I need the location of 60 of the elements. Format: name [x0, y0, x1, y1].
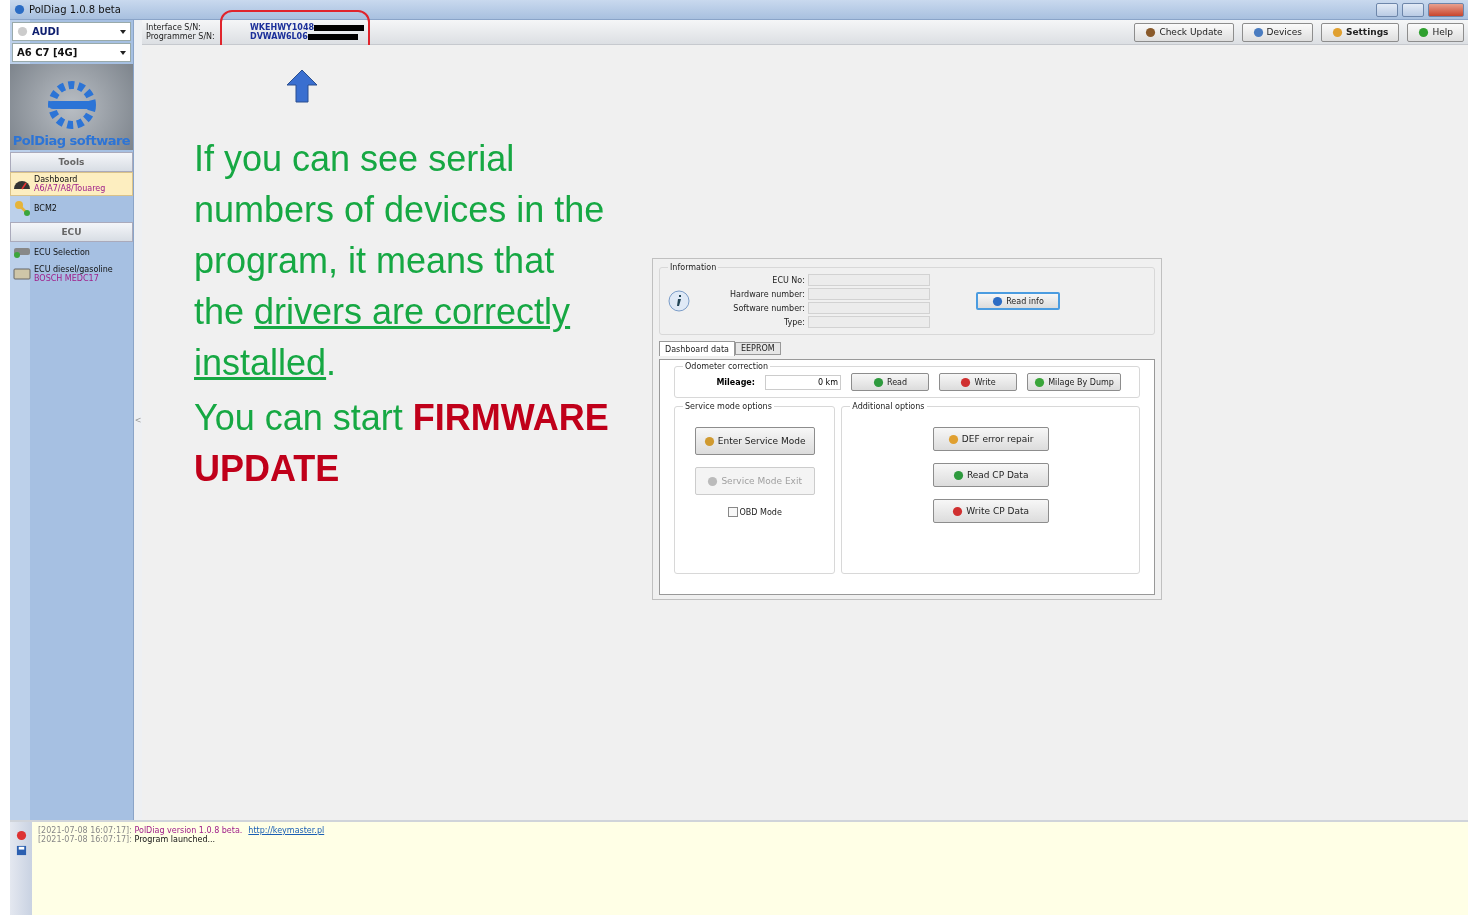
serial-number: WKEHWY1048 [250, 23, 315, 32]
field-label: Software number: [732, 303, 805, 313]
info-field[interactable] [807, 288, 930, 300]
read-info-button[interactable]: Read info [975, 292, 1060, 310]
sidebar-item[interactable]: ECU diesel/gasoline BOSCH MEDC17 [10, 262, 133, 286]
section-header[interactable]: ECU [10, 222, 133, 242]
toolbar-button[interactable]: Devices [1241, 22, 1313, 42]
up-arrow [286, 69, 318, 103]
caret-icon [120, 29, 126, 34]
maximize-button[interactable] [1402, 2, 1424, 17]
field-label: Type: [782, 317, 805, 327]
group-title: Odometer correction [684, 362, 770, 371]
mileage-label: Mileage: [715, 377, 755, 387]
log-line: [2021-07-08 16:07:17]: Program launched... [38, 835, 217, 844]
logo: PolDiag software [10, 64, 133, 150]
model-dropdown[interactable]: A6 C7 [4G] [12, 43, 131, 62]
sidebar-item[interactable]: Dashboard A6/A7/A8/Touareg [10, 172, 133, 196]
serial-label: Programmer S/N: [146, 32, 216, 41]
serial-number: DVWAW6L06 [250, 32, 308, 41]
make-dropdown[interactable]: AUDI [12, 22, 131, 41]
annotation-text: If you can see serial numbers of devices in the program, it means that the drivers are correctly installed. [194, 137, 606, 385]
log-link[interactable]: http://keymaster.pl [248, 826, 325, 835]
info-field[interactable] [807, 274, 930, 286]
annotation-text: You can start FIRMWARE UPDATE [194, 396, 610, 491]
tab[interactable]: Dashboard data [659, 341, 735, 356]
caret-icon [120, 50, 126, 55]
info-field[interactable] [807, 302, 930, 314]
sidebar-item[interactable]: ECU Selection [10, 242, 133, 262]
group-title: Information [669, 263, 718, 272]
group-title: Service mode options [684, 402, 773, 411]
serial-label: Interface S/N: [146, 23, 202, 32]
close-button[interactable] [1428, 2, 1464, 17]
checkbox[interactable] [727, 507, 738, 517]
service-button[interactable]: Enter Service Mode [694, 427, 815, 455]
field-label: Hardware number: [730, 289, 805, 299]
toolbar-button[interactable]: Help [1407, 22, 1464, 42]
minimize-button[interactable] [1376, 2, 1398, 17]
log-line: [2021-07-08 16:07:17]: PolDiag version 1.0.8 beta. http://keymaster.pl [38, 826, 325, 835]
option-button[interactable]: Read CP Data [932, 463, 1049, 487]
module-icon [13, 267, 31, 281]
redaction-bar [314, 24, 365, 31]
info-field[interactable] [807, 316, 930, 328]
toolbar-button[interactable]: Settings [1321, 22, 1400, 42]
tab[interactable]: EEPROM [734, 342, 781, 355]
option-button[interactable]: Write CP Data [932, 499, 1049, 523]
option-button[interactable]: DEF error repair [932, 427, 1049, 451]
field-label: ECU No: [771, 275, 805, 285]
action-button[interactable]: Read [851, 373, 929, 391]
action-button[interactable]: Milage By Dump [1027, 373, 1121, 391]
action-button[interactable]: Write [939, 373, 1017, 391]
group-title: Additional options [851, 402, 926, 411]
save-icon [15, 845, 27, 856]
section-header[interactable]: Tools [10, 152, 133, 172]
mileage-field[interactable]: 0 km [765, 374, 841, 390]
gauge-icon [13, 178, 31, 190]
window-title: PolDiag 1.0.8 beta [29, 4, 122, 15]
redaction-bar [307, 33, 358, 40]
sidebar-item[interactable]: BCM2 [10, 196, 133, 220]
obd-mode-checkbox[interactable]: OBD Mode [727, 507, 782, 517]
toolbar-button[interactable]: Check Update [1134, 22, 1234, 42]
